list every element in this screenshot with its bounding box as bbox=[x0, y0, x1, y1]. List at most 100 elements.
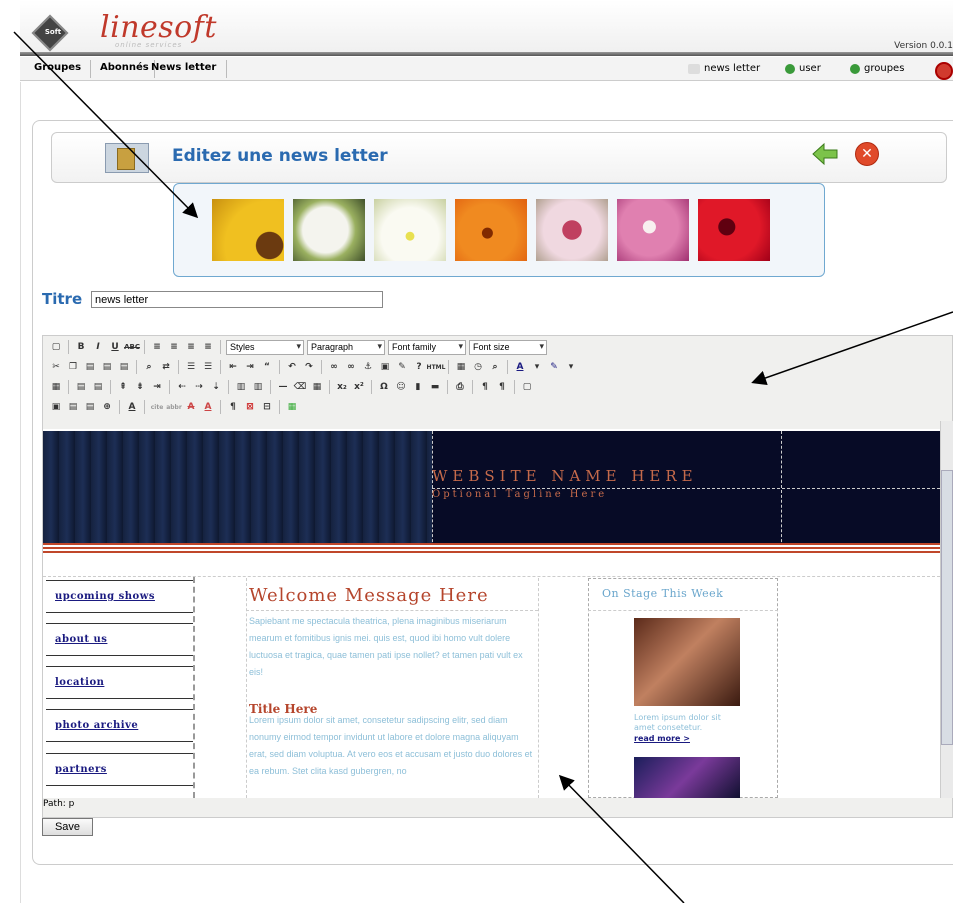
nav-link-partners[interactable]: partners bbox=[46, 753, 193, 786]
template-paragraph-1[interactable]: Sapiebant me spectacula theatrica, plena… bbox=[249, 613, 537, 681]
text-color-dropdown-icon[interactable]: ▾ bbox=[530, 360, 544, 374]
cite-icon[interactable]: cite bbox=[150, 400, 164, 414]
flower-image[interactable] bbox=[455, 199, 527, 261]
insert-col-after-icon[interactable]: ⇢ bbox=[192, 380, 206, 394]
abbr-icon[interactable]: abbr bbox=[166, 400, 182, 414]
flower-image[interactable] bbox=[536, 199, 608, 261]
visual-aid-icon[interactable]: ▦ bbox=[310, 380, 324, 394]
insert-text-icon[interactable]: A bbox=[201, 400, 215, 414]
table-icon[interactable]: ▦ bbox=[49, 380, 63, 394]
hr-advanced-icon[interactable]: ▬ bbox=[428, 380, 442, 394]
delete-col-icon[interactable]: ⇣ bbox=[209, 380, 223, 394]
template-tagline[interactable]: Optional Tagline Here bbox=[432, 489, 607, 500]
move-backward-icon[interactable]: ▤ bbox=[83, 400, 97, 414]
indent-icon[interactable]: ⇥ bbox=[243, 360, 257, 374]
insert-col-before-icon[interactable]: ⇠ bbox=[175, 380, 189, 394]
insert-date-icon[interactable]: ▦ bbox=[454, 360, 468, 374]
cell-props-icon[interactable]: ▤ bbox=[91, 380, 105, 394]
power-icon[interactable] bbox=[935, 62, 953, 80]
absolute-icon[interactable]: ⊕ bbox=[100, 400, 114, 414]
ltr-icon[interactable]: ¶ bbox=[478, 380, 492, 394]
help-icon[interactable]: ? bbox=[412, 360, 426, 374]
user-link[interactable]: user bbox=[785, 63, 821, 74]
superscript-icon[interactable]: x² bbox=[352, 380, 366, 394]
insert-row-after-icon[interactable]: ⇟ bbox=[133, 380, 147, 394]
find-icon[interactable]: ⌕ bbox=[142, 360, 156, 374]
flower-image[interactable] bbox=[617, 199, 689, 261]
blockquote-icon[interactable]: “ bbox=[260, 360, 274, 374]
merge-cells-icon[interactable]: ▥ bbox=[251, 380, 265, 394]
nonbreaking-icon[interactable]: ⊠ bbox=[243, 400, 257, 414]
background-color-icon[interactable]: ✎ bbox=[547, 360, 561, 374]
template-icon[interactable]: ▦ bbox=[285, 400, 299, 414]
flower-image[interactable] bbox=[698, 199, 770, 261]
back-arrow-icon[interactable] bbox=[812, 142, 838, 166]
groupes-link[interactable]: groupes bbox=[850, 63, 904, 74]
scrollbar-thumb[interactable] bbox=[941, 470, 953, 745]
media-icon[interactable]: ▮ bbox=[411, 380, 425, 394]
insert-row-before-icon[interactable]: ⇞ bbox=[116, 380, 130, 394]
styles-select[interactable]: Styles bbox=[226, 339, 304, 355]
align-justify-icon[interactable]: ≡ bbox=[201, 340, 215, 354]
concert-photo[interactable] bbox=[634, 757, 740, 798]
paste-text-icon[interactable]: ▤ bbox=[100, 360, 114, 374]
insert-time-icon[interactable]: ◷ bbox=[471, 360, 485, 374]
template-paragraph-2[interactable]: Lorem ipsum dolor sit amet, consetetur s… bbox=[249, 712, 537, 798]
styleprops-icon[interactable]: A bbox=[125, 400, 139, 414]
pagebreak-icon[interactable]: ⊟ bbox=[260, 400, 274, 414]
close-icon[interactable]: ✕ bbox=[855, 142, 879, 166]
undo-icon[interactable]: ↶ bbox=[285, 360, 299, 374]
menu-item-newsletter[interactable]: News letter bbox=[151, 62, 216, 73]
nav-link-about-us[interactable]: about us bbox=[46, 623, 193, 656]
newsletter-link[interactable]: news letter bbox=[688, 63, 760, 74]
background-color-dropdown-icon[interactable]: ▾ bbox=[564, 360, 578, 374]
replace-icon[interactable]: ⇄ bbox=[159, 360, 173, 374]
template-photo-caption[interactable]: Lorem ipsum dolor sit amet consetetur. bbox=[634, 713, 744, 733]
template-welcome-heading[interactable]: Welcome Message Here bbox=[249, 585, 489, 606]
menu-item-groupes[interactable]: Groupes bbox=[34, 62, 81, 73]
bold-icon[interactable]: B bbox=[74, 340, 88, 354]
save-button[interactable]: Save bbox=[42, 818, 93, 836]
horizontal-rule-icon[interactable]: — bbox=[276, 380, 290, 394]
emoticon-icon[interactable]: ☺ bbox=[394, 380, 408, 394]
nav-link-upcoming-shows[interactable]: upcoming shows bbox=[46, 580, 193, 613]
template-site-name[interactable]: WEBSITE NAME HERE bbox=[432, 467, 698, 485]
read-more-link[interactable]: read more > bbox=[634, 734, 690, 743]
print-icon[interactable]: ⎙ bbox=[453, 380, 467, 394]
anchor-icon[interactable]: ⚓ bbox=[361, 360, 375, 374]
align-center-icon[interactable]: ≡ bbox=[167, 340, 181, 354]
singer-photo[interactable] bbox=[634, 618, 740, 706]
titre-input[interactable] bbox=[91, 291, 383, 308]
paste-icon[interactable]: ▤ bbox=[83, 360, 97, 374]
split-cells-icon[interactable]: ▥ bbox=[234, 380, 248, 394]
link-icon[interactable]: ∞ bbox=[327, 360, 341, 374]
move-forward-icon[interactable]: ▤ bbox=[66, 400, 80, 414]
delete-text-icon[interactable]: A bbox=[184, 400, 198, 414]
image-icon[interactable]: ▣ bbox=[378, 360, 392, 374]
template-onstage-title[interactable]: On Stage This Week bbox=[602, 587, 723, 600]
strikethrough-icon[interactable]: ABC bbox=[124, 340, 140, 354]
delete-row-icon[interactable]: ⇥ bbox=[150, 380, 164, 394]
font-size-select[interactable]: Font size bbox=[469, 339, 547, 355]
italic-icon[interactable]: I bbox=[91, 340, 105, 354]
text-color-icon[interactable]: A bbox=[513, 360, 527, 374]
outdent-icon[interactable]: ⇤ bbox=[226, 360, 240, 374]
bullet-list-icon[interactable]: ☰ bbox=[184, 360, 198, 374]
cleanup-icon[interactable]: ✎ bbox=[395, 360, 409, 374]
new-document-icon[interactable]: ▢ bbox=[49, 340, 63, 354]
special-char-icon[interactable]: Ω bbox=[377, 380, 391, 394]
html-source-icon[interactable]: HTML bbox=[427, 360, 446, 374]
subscript-icon[interactable]: x₂ bbox=[335, 380, 349, 394]
remove-format-icon[interactable]: ⌫ bbox=[293, 380, 307, 394]
rtl-icon[interactable]: ¶ bbox=[495, 380, 509, 394]
redo-icon[interactable]: ↷ bbox=[302, 360, 316, 374]
preview-icon[interactable]: ⌕ bbox=[488, 360, 502, 374]
row-props-icon[interactable]: ▤ bbox=[74, 380, 88, 394]
font-family-select[interactable]: Font family bbox=[388, 339, 466, 355]
copy-icon[interactable]: ❐ bbox=[66, 360, 80, 374]
numbered-list-icon[interactable]: ☰ bbox=[201, 360, 215, 374]
flower-image[interactable] bbox=[212, 199, 284, 261]
underline-icon[interactable]: U bbox=[108, 340, 122, 354]
nav-link-photo-archive[interactable]: photo archive bbox=[46, 709, 193, 742]
align-left-icon[interactable]: ≡ bbox=[150, 340, 164, 354]
